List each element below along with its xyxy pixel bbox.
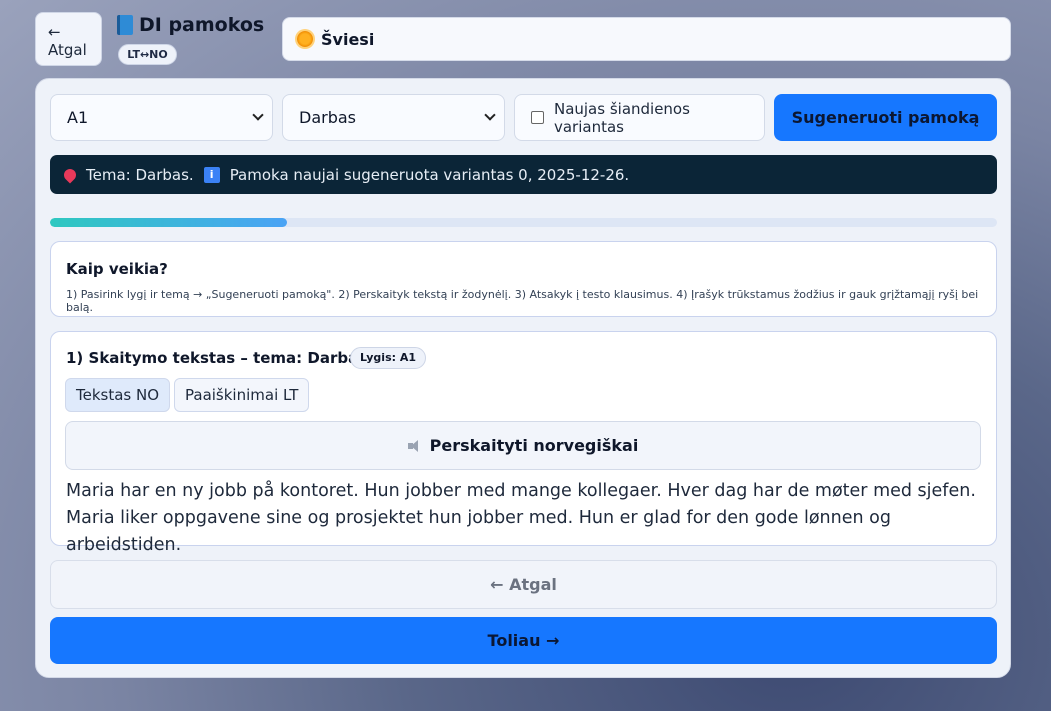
generation-status: Pamoka naujai sugeneruota variantas 0, 2…: [229, 165, 630, 184]
new-variant-checkbox[interactable]: [531, 111, 544, 124]
reading-section: 1) Skaitymo tekstas – tema: Darbas Lygis…: [50, 331, 997, 555]
read-aloud-label: Perskaityti norvegiškai: [429, 436, 639, 455]
theme-toggle[interactable]: Šviesi: [282, 17, 1011, 61]
topic-select-value: Darbas: [299, 108, 356, 127]
tab-explanations-lt[interactable]: Paaiškinimai LT: [174, 378, 310, 412]
status-banner: Tema: Darbas. i Pamoka naujai sugeneruot…: [50, 155, 997, 194]
level-badge: Lygis: A1: [350, 347, 427, 369]
generate-lesson-button[interactable]: Sugeneruoti pamoką: [774, 94, 997, 141]
pin-icon: [61, 166, 79, 183]
how-it-works-card: Kaip veikia? 1) Pasirink lygį ir temą → …: [50, 241, 997, 317]
new-variant-option[interactable]: Naujas šiandienos variantas: [514, 94, 765, 141]
app-title: DI pamokos: [117, 14, 264, 36]
next-step-button[interactable]: Toliau →: [50, 617, 997, 664]
chevron-down-icon: [484, 109, 496, 121]
info-icon: i: [203, 166, 220, 183]
tab-text-no[interactable]: Tekstas NO: [65, 378, 171, 412]
theme-label: Šviesi: [321, 29, 375, 49]
level-select[interactable]: A1: [50, 94, 273, 141]
new-variant-label: Naujas šiandienos variantas: [553, 99, 690, 136]
topic-select[interactable]: Darbas: [282, 94, 505, 141]
level-select-value: A1: [67, 108, 89, 127]
previous-step-button[interactable]: ← Atgal: [50, 560, 997, 609]
language-pair-badge: LT↔NO: [118, 44, 177, 65]
lesson-progress-fill: [50, 218, 287, 227]
chevron-down-icon: [252, 109, 264, 121]
speaker-icon: [407, 439, 420, 452]
reading-section-title: 1) Skaitymo tekstas – tema: Darbas: [66, 349, 368, 367]
reading-text: Maria har en ny jobb på kontoret. Hun jo…: [66, 481, 976, 555]
back-arrow-icon: ←: [48, 23, 61, 41]
back-button-label: Atgal: [48, 41, 87, 59]
how-it-works-text: 1) Pasirink lygį ir temą → „Sugeneruoti …: [66, 288, 979, 314]
sun-icon: [297, 31, 313, 47]
lesson-progress-bar: [50, 218, 997, 227]
how-it-works-title: Kaip veikia?: [66, 260, 168, 278]
lesson-card: A1 Darbas Naujas šiandienos variantas Su…: [35, 78, 1011, 678]
topic-status: Tema: Darbas.: [86, 165, 194, 184]
read-aloud-button[interactable]: Perskaityti norvegiškai: [65, 421, 981, 470]
back-button[interactable]: ← Atgal: [35, 12, 102, 66]
app-title-text: DI pamokos: [139, 14, 265, 36]
book-icon: [117, 15, 133, 35]
